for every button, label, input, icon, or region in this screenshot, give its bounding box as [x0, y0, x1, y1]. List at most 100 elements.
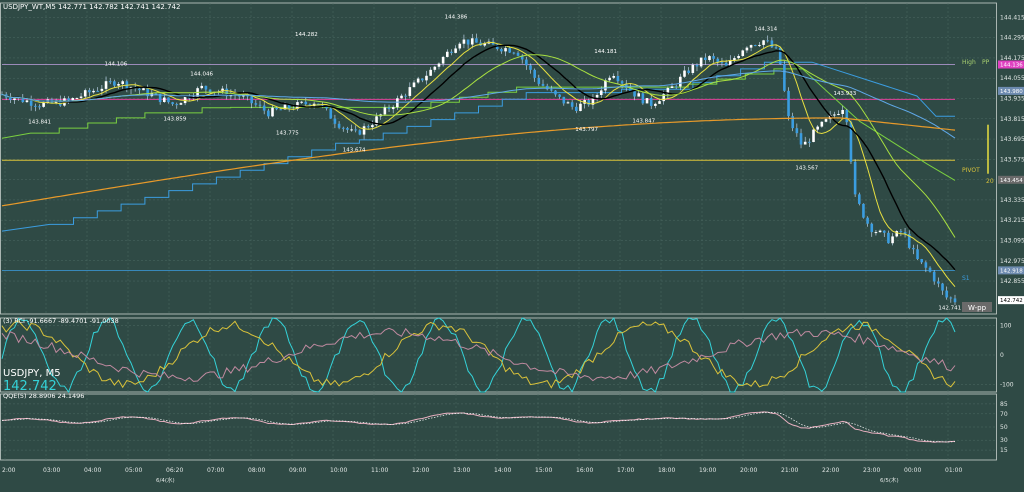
candle-body	[550, 89, 553, 91]
candle-body	[396, 98, 399, 108]
candle-body	[882, 230, 886, 233]
candle-body	[620, 81, 624, 84]
candle-body	[454, 48, 457, 53]
candle-body	[853, 161, 857, 195]
candle-body	[891, 236, 894, 244]
candle-body	[75, 97, 79, 99]
candle-body	[649, 98, 653, 106]
candle-body	[637, 93, 641, 97]
candle-body	[787, 90, 790, 117]
main-title: USDJPY_WT,M5 142.771 142.782 142.741 142…	[3, 3, 180, 11]
candle-body	[279, 109, 283, 111]
candle-body	[920, 259, 924, 263]
candle-body	[171, 102, 174, 105]
candle-body	[833, 114, 836, 116]
candle-body	[783, 64, 786, 91]
candle-body	[816, 126, 819, 130]
candle-body	[824, 119, 828, 122]
candle-body	[341, 127, 345, 129]
candle-body	[79, 96, 83, 98]
candle-body	[138, 88, 141, 91]
candle-body	[916, 249, 919, 260]
candle-body	[953, 298, 957, 303]
trading-chart[interactable]: 144.386 144.282 144.106 144.046 144.181 144.3…	[0, 0, 1024, 492]
candle-body	[121, 81, 124, 85]
time-tick-label: 00:00	[904, 467, 921, 474]
price-annotation: 144.314	[754, 26, 777, 32]
price-annotation: 143.674	[343, 148, 366, 154]
price-annotation: 144.282	[295, 32, 318, 38]
candle-body	[113, 81, 116, 86]
time-tick-label: 04:00	[84, 467, 101, 474]
price-tick-label: 144.415	[1000, 14, 1024, 21]
candle-body	[358, 130, 362, 135]
candle-body	[179, 103, 183, 105]
candle-body	[899, 231, 903, 233]
candle-body	[92, 90, 95, 93]
candle-body	[108, 81, 112, 83]
qqe-tick-label: 70	[1000, 411, 1008, 418]
candle-body	[462, 39, 466, 44]
price-tag-label: 142.742	[1000, 298, 1023, 304]
rci-tick-label: 100	[1000, 322, 1012, 329]
candle-body	[383, 107, 387, 115]
candle-body	[770, 40, 774, 48]
candle-body	[774, 47, 778, 49]
candle-body	[504, 48, 507, 52]
candle-body	[416, 78, 420, 83]
rci-tick-label: 0	[1000, 352, 1004, 359]
candle-body	[271, 107, 274, 117]
price-annotation: 143.775	[276, 131, 299, 137]
candle-body	[562, 96, 566, 104]
date-label: 6/5(木)	[880, 476, 899, 484]
candle-body	[13, 98, 16, 101]
price-axis: 144.415144.295144.175144.055143.935143.8…	[998, 14, 1024, 305]
candle-body	[803, 141, 807, 145]
candle-body	[96, 90, 100, 92]
time-tick-label: 19:00	[699, 467, 716, 474]
candle-body	[425, 75, 428, 81]
time-tick-label: 07:00	[207, 467, 224, 474]
candle-body	[795, 128, 799, 134]
time-tick-label: 06:20	[166, 467, 183, 474]
price-annotation: 142.741	[938, 305, 961, 311]
candle-body	[329, 108, 333, 119]
candle-body	[117, 84, 120, 86]
time-tick-label: 23:00	[863, 467, 880, 474]
candle-body	[741, 50, 745, 56]
candle-body	[512, 52, 516, 54]
candle-body	[604, 80, 607, 91]
candle-body	[878, 230, 882, 233]
time-tick-label: 01:00	[945, 467, 962, 474]
candle-body	[250, 96, 253, 104]
candle-body	[945, 290, 948, 298]
candle-body	[608, 77, 611, 81]
candle-body	[808, 141, 811, 143]
candle-body	[737, 55, 740, 59]
candle-body	[337, 123, 341, 128]
candle-body	[29, 100, 33, 106]
candle-body	[262, 105, 266, 111]
time-tick-label: 05:00	[125, 467, 142, 474]
price-tick-label: 143.935	[1000, 95, 1024, 102]
price-tick-label: 144.295	[1000, 35, 1024, 42]
candle-body	[566, 102, 570, 104]
candle-body	[254, 103, 258, 105]
pp-label: PP	[982, 59, 990, 66]
candle-body	[366, 126, 370, 128]
time-tick-label: 14:00	[494, 467, 511, 474]
symbol-label: USDJPY, M5	[3, 368, 61, 379]
candle-body	[683, 70, 686, 77]
candle-body	[450, 51, 453, 53]
candle-body	[267, 110, 270, 117]
price-tick-label: 143.695	[1000, 136, 1024, 143]
candle-body	[67, 98, 70, 101]
candle-body	[895, 231, 899, 237]
candle-body	[862, 203, 865, 218]
candle-body	[654, 103, 657, 106]
candle-body	[408, 87, 412, 96]
candle-body	[371, 125, 374, 128]
candle-body	[167, 97, 170, 103]
candle-body	[25, 100, 29, 103]
candle-body	[554, 90, 557, 95]
